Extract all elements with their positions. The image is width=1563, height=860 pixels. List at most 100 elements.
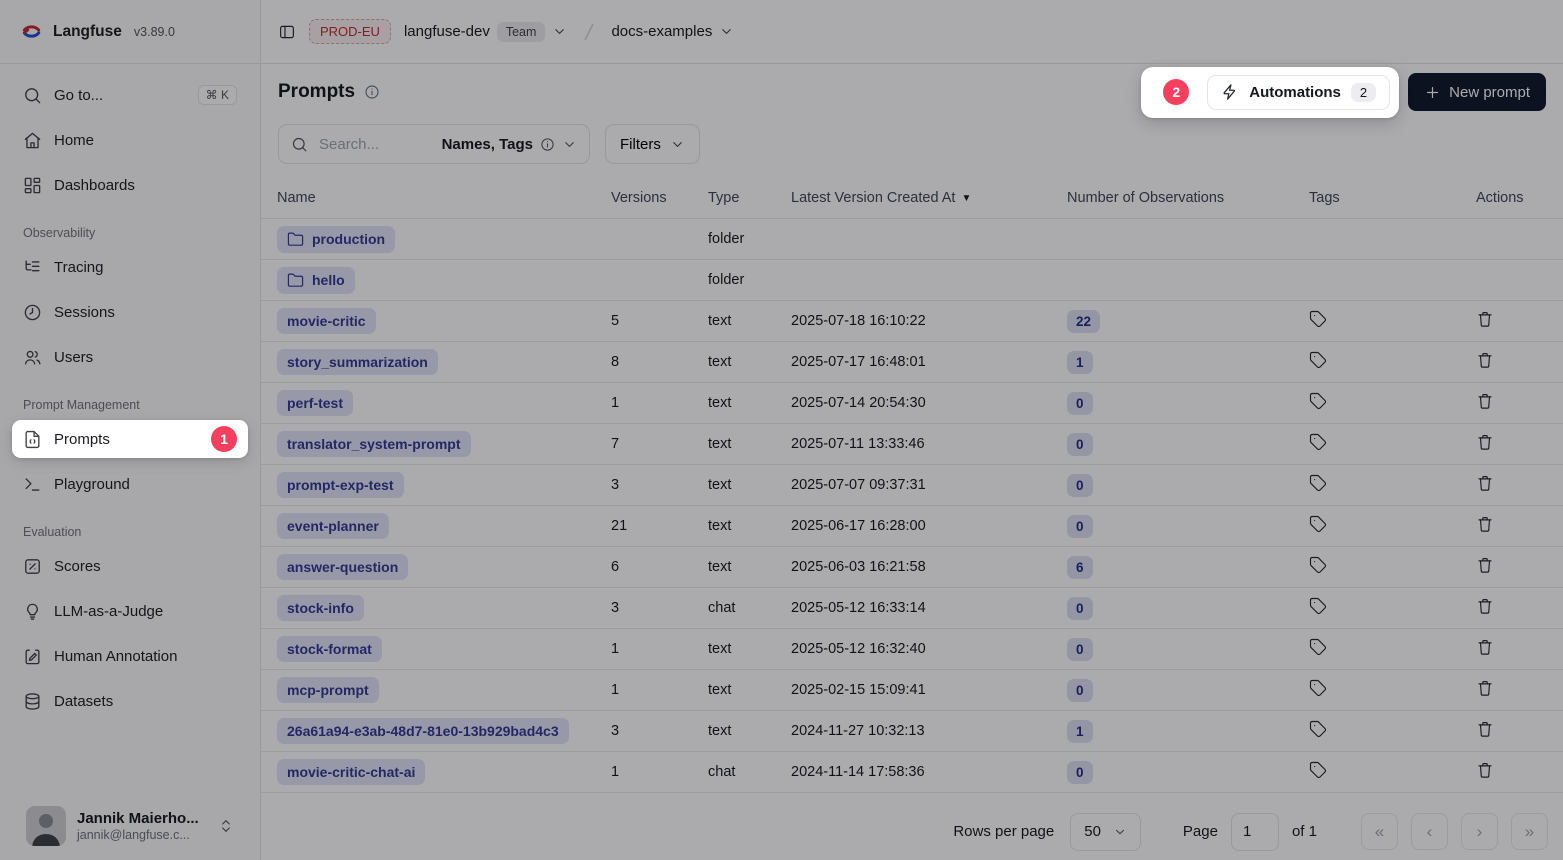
type-cell: text [708, 682, 791, 698]
pagination-bar: Rows per page 50 Page of 1 « ‹ › » [261, 803, 1563, 860]
first-page-button[interactable]: « [1361, 813, 1398, 850]
sidebar-item-dashboards[interactable]: Dashboards [12, 166, 248, 204]
versions-cell: 21 [611, 518, 708, 534]
prompt-name-badge[interactable]: story_summarization [277, 349, 438, 375]
col-header-observations: Number of Observations [1067, 190, 1309, 206]
tag-icon[interactable] [1309, 392, 1327, 410]
folder-name-badge[interactable]: hello [277, 267, 355, 294]
observations-badge: 0 [1067, 392, 1093, 415]
sidebar-item-users[interactable]: Users [12, 338, 248, 376]
versions-cell: 1 [611, 764, 708, 780]
delete-icon[interactable] [1476, 720, 1494, 738]
delete-icon[interactable] [1476, 433, 1494, 451]
prompt-name-badge[interactable]: stock-info [277, 595, 364, 621]
search-input[interactable] [317, 135, 433, 154]
table-row[interactable]: movie-critic 5 text 2025-07-18 16:10:22 … [261, 301, 1563, 342]
table-row[interactable]: translator_system-prompt 7 text 2025-07-… [261, 424, 1563, 465]
project-name: docs-examples [611, 23, 712, 40]
sidebar-item-human-annotation[interactable]: Human Annotation [12, 637, 248, 675]
tag-icon[interactable] [1309, 597, 1327, 615]
sidebar-item-tracing[interactable]: Tracing [12, 248, 248, 286]
tag-icon[interactable] [1309, 720, 1327, 738]
automations-button[interactable]: Automations 2 [1207, 75, 1390, 110]
sidebar-item-playground[interactable]: Playground [12, 465, 248, 503]
delete-icon[interactable] [1476, 515, 1494, 533]
table-row[interactable]: 26a61a94-e3ab-48d7-81e0-13b929bad4c3 3 t… [261, 711, 1563, 752]
col-header-created[interactable]: Latest Version Created At▼ [791, 190, 1067, 206]
filters-button[interactable]: Filters [605, 124, 700, 164]
page-size-select[interactable]: 50 [1070, 813, 1141, 851]
prompt-name-badge[interactable]: prompt-exp-test [277, 472, 404, 498]
observations-badge: 0 [1067, 638, 1093, 661]
delete-icon[interactable] [1476, 351, 1494, 369]
brand-row[interactable]: Langfuse v3.89.0 [0, 0, 260, 64]
tag-icon[interactable] [1309, 433, 1327, 451]
prompt-name-badge[interactable]: event-planner [277, 513, 389, 539]
table-row[interactable]: stock-info 3 chat 2025-05-12 16:33:14 0 [261, 588, 1563, 629]
info-icon[interactable] [364, 84, 380, 100]
table-row[interactable]: prompt-exp-test 3 text 2025-07-07 09:37:… [261, 465, 1563, 506]
table-row[interactable]: event-planner 21 text 2025-06-17 16:28:0… [261, 506, 1563, 547]
table-row[interactable]: answer-question 6 text 2025-06-03 16:21:… [261, 547, 1563, 588]
table-row[interactable]: perf-test 1 text 2025-07-14 20:54:30 0 [261, 383, 1563, 424]
sidebar-item-sessions[interactable]: Sessions [12, 293, 248, 331]
tag-icon[interactable] [1309, 761, 1327, 779]
tag-icon[interactable] [1309, 474, 1327, 492]
sidebar-item-llm-judge[interactable]: LLM-as-a-Judge [12, 592, 248, 630]
tag-icon[interactable] [1309, 515, 1327, 533]
table-row[interactable]: mcp-prompt 1 text 2025-02-15 15:09:41 0 [261, 670, 1563, 711]
new-prompt-button[interactable]: New prompt [1408, 73, 1546, 111]
table-row[interactable]: hello folder [261, 260, 1563, 301]
versions-cell: 3 [611, 723, 708, 739]
tag-icon[interactable] [1309, 556, 1327, 574]
prompt-name-badge[interactable]: mcp-prompt [277, 677, 379, 703]
observations-badge: 22 [1067, 310, 1100, 333]
tag-icon[interactable] [1309, 310, 1327, 328]
delete-icon[interactable] [1476, 638, 1494, 656]
org-selector[interactable]: langfuse-dev Team [404, 22, 567, 42]
page-number-input[interactable] [1231, 813, 1279, 851]
sidebar-item-goto[interactable]: Go to... ⌘ K [12, 76, 248, 114]
last-page-button[interactable]: » [1511, 813, 1548, 850]
tag-icon[interactable] [1309, 638, 1327, 656]
prev-page-button[interactable]: ‹ [1411, 813, 1448, 850]
project-selector[interactable]: docs-examples [611, 23, 734, 40]
sidebar-toggle-icon[interactable] [278, 23, 296, 41]
prompt-name-badge[interactable]: movie-critic-chat-ai [277, 759, 425, 785]
delete-icon[interactable] [1476, 761, 1494, 779]
search-scope-dropdown[interactable]: Names, Tags [442, 136, 577, 153]
sidebar-item-home[interactable]: Home [12, 121, 248, 159]
prompt-name-badge[interactable]: answer-question [277, 554, 408, 580]
sidebar-item-prompts[interactable]: Prompts 1 [12, 420, 248, 458]
prompt-name-badge[interactable]: perf-test [277, 390, 353, 416]
delete-icon[interactable] [1476, 597, 1494, 615]
sidebar-item-scores[interactable]: Scores [12, 547, 248, 585]
delete-icon[interactable] [1476, 474, 1494, 492]
user-menu[interactable]: Jannik Maierho... jannik@langfuse.c... [12, 794, 248, 860]
table-row[interactable]: movie-critic-chat-ai 1 chat 2024-11-14 1… [261, 752, 1563, 793]
table-row[interactable]: stock-format 1 text 2025-05-12 16:32:40 … [261, 629, 1563, 670]
delete-icon[interactable] [1476, 679, 1494, 697]
type-cell: text [708, 477, 791, 493]
table-row[interactable]: story_summarization 8 text 2025-07-17 16… [261, 342, 1563, 383]
prompt-name-badge[interactable]: stock-format [277, 636, 382, 662]
sidebar-item-datasets[interactable]: Datasets [12, 682, 248, 720]
page-title: Prompts [278, 81, 355, 103]
folder-name-badge[interactable]: production [277, 226, 395, 253]
table-row[interactable]: production folder [261, 219, 1563, 260]
prompt-name-badge[interactable]: 26a61a94-e3ab-48d7-81e0-13b929bad4c3 [277, 718, 569, 744]
chevron-down-icon [562, 137, 577, 152]
folder-icon [287, 231, 304, 248]
tag-icon[interactable] [1309, 679, 1327, 697]
type-cell: text [708, 723, 791, 739]
next-page-button[interactable]: › [1461, 813, 1498, 850]
created-cell: 2025-02-15 15:09:41 [791, 682, 1067, 698]
delete-icon[interactable] [1476, 310, 1494, 328]
environment-badge[interactable]: PROD-EU [309, 19, 391, 44]
delete-icon[interactable] [1476, 556, 1494, 574]
prompt-name-badge[interactable]: movie-critic [277, 308, 376, 334]
tag-icon[interactable] [1309, 351, 1327, 369]
observations-badge: 0 [1067, 597, 1093, 620]
delete-icon[interactable] [1476, 392, 1494, 410]
prompt-name-badge[interactable]: translator_system-prompt [277, 431, 471, 457]
